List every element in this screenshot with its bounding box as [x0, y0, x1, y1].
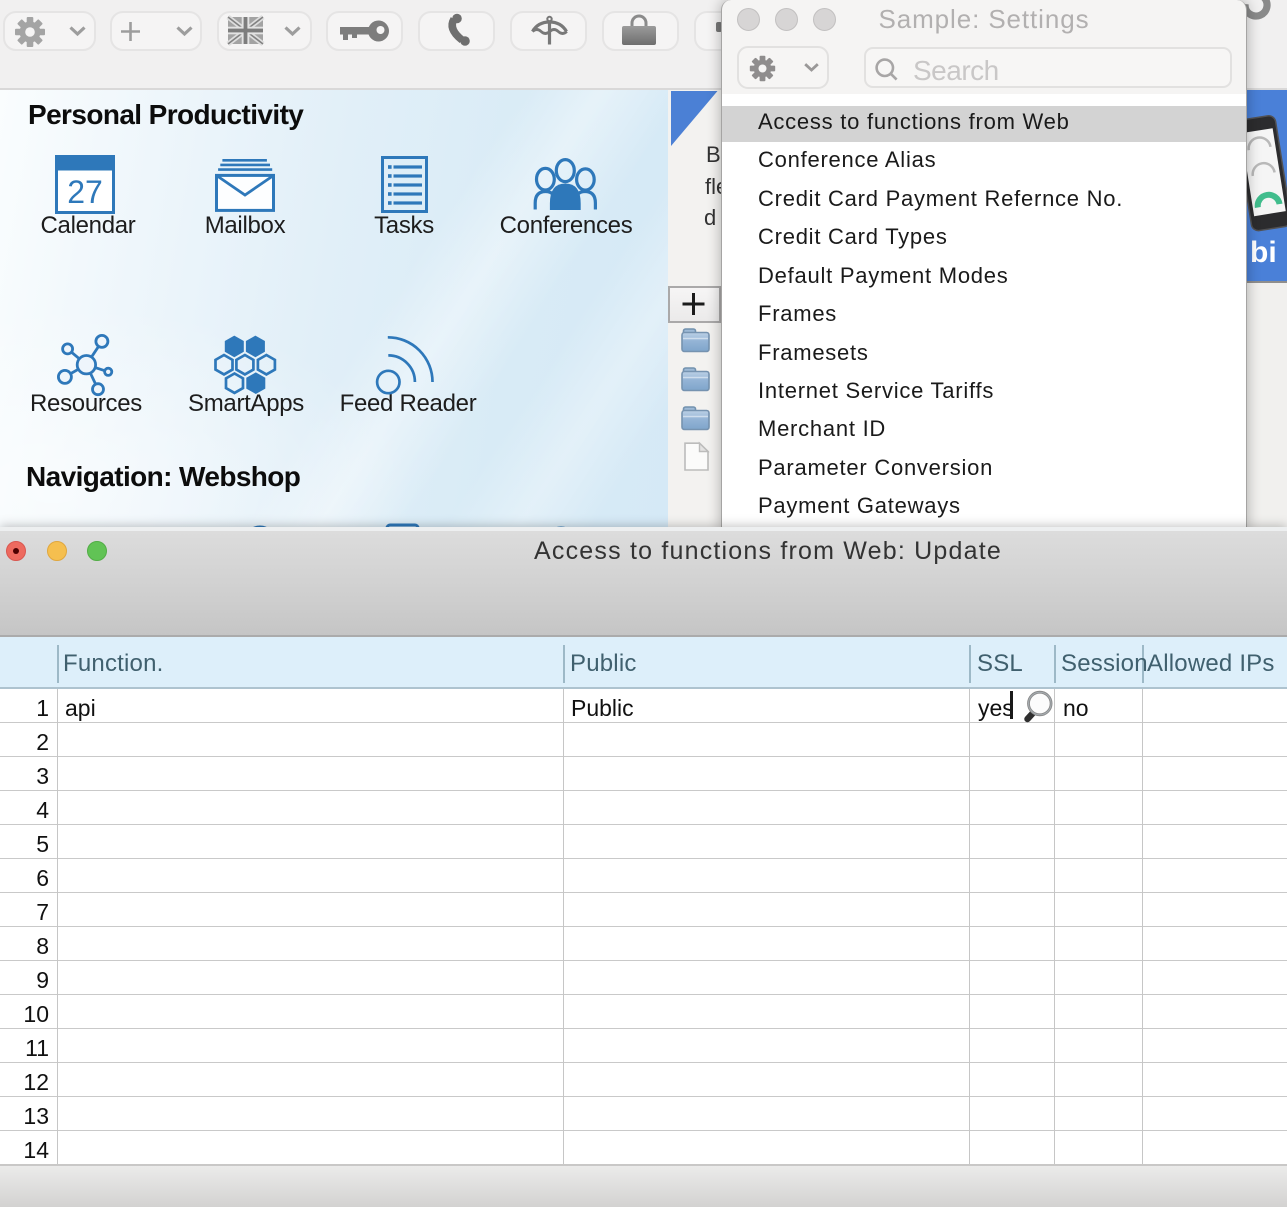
svg-text:27: 27	[67, 174, 103, 210]
